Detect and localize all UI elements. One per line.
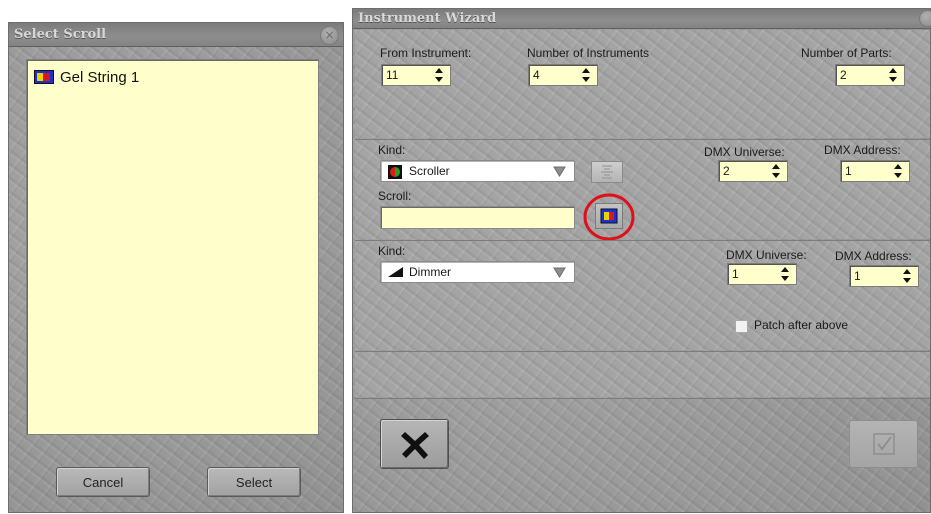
dmx-address-spinner[interactable]: 1: [849, 265, 919, 287]
number-of-parts-spinner[interactable]: 2: [835, 64, 905, 86]
number-of-instruments-label: Number of Instruments: [527, 46, 650, 60]
dmx-address-value: 1: [854, 269, 861, 283]
list-item[interactable]: Gel String 1: [34, 68, 139, 86]
chevron-down-icon[interactable]: [553, 165, 566, 177]
dmx-universe-value: 1: [732, 267, 739, 281]
dimmer-icon: [388, 267, 403, 277]
kind-select-dimmer[interactable]: Dimmer: [380, 261, 575, 283]
scroll-field[interactable]: [380, 206, 575, 229]
wizard-titlebar[interactable]: Instrument Wizard: [353, 9, 931, 29]
kind-select-scroller[interactable]: Scroller: [380, 160, 575, 182]
finish-button[interactable]: [849, 420, 918, 468]
scroll-list[interactable]: Gel String 1: [26, 59, 319, 435]
select-button[interactable]: Select: [207, 467, 301, 497]
spin-arrows-icon[interactable]: [581, 67, 591, 83]
select-scroll-dialog: Select Scroll × Gel String 1 Cancel Sele…: [8, 22, 344, 513]
cancel-button[interactable]: Cancel: [56, 467, 150, 497]
part-2-section: Kind: Dimmer DMX Universe: 1 DMX Address…: [355, 240, 930, 350]
close-icon[interactable]: ×: [320, 26, 339, 45]
spin-arrows-icon[interactable]: [893, 163, 903, 179]
close-icon[interactable]: [919, 10, 931, 27]
dmx-address-label: DMX Address:: [835, 249, 912, 263]
select-scroll-titlebar[interactable]: Select Scroll ×: [9, 23, 343, 47]
scroll-icon: [34, 70, 54, 84]
scroll-label: Scroll:: [378, 189, 412, 203]
close-icon: [401, 432, 429, 459]
dmx-universe-spinner[interactable]: 1: [727, 263, 797, 285]
dmx-address-value: 1: [845, 164, 852, 178]
number-of-parts-value: 2: [840, 68, 847, 82]
kind-label: Kind:: [378, 244, 406, 258]
dmx-universe-spinner[interactable]: 2: [718, 160, 788, 182]
patch-after-above-label[interactable]: Patch after above: [754, 318, 848, 332]
dmx-address-spinner[interactable]: 1: [840, 160, 910, 182]
spin-arrows-icon[interactable]: [902, 268, 912, 284]
wizard-title: Instrument Wizard: [358, 11, 497, 26]
spin-arrows-icon[interactable]: [780, 266, 790, 282]
spin-arrows-icon[interactable]: [434, 67, 444, 83]
from-instrument-value: 11: [386, 68, 399, 82]
number-of-parts-label: Number of Parts:: [801, 46, 892, 60]
spin-arrows-icon[interactable]: [771, 163, 781, 179]
select-scroll-title: Select Scroll: [14, 27, 107, 42]
settings-icon: [601, 165, 613, 179]
number-of-instruments-spinner[interactable]: 4: [528, 64, 598, 86]
number-of-instruments-value: 4: [533, 68, 540, 82]
part-1-section: Kind: Scroller Scroll: DMX Universe: 2 D…: [355, 139, 930, 241]
instrument-wizard-dialog: Instrument Wizard From Instrument: 11 Nu…: [352, 8, 931, 513]
chevron-down-icon[interactable]: [553, 266, 566, 278]
dmx-address-label: DMX Address:: [824, 143, 901, 157]
kind-value: Dimmer: [409, 265, 451, 279]
scroller-settings-button[interactable]: [591, 161, 623, 183]
list-item-label: Gel String 1: [60, 68, 140, 86]
patch-after-above-checkbox[interactable]: [735, 320, 748, 333]
dmx-universe-value: 2: [723, 164, 730, 178]
dmx-universe-label: DMX Universe:: [704, 145, 785, 159]
checkmark-icon: [873, 433, 895, 455]
kind-label: Kind:: [378, 143, 406, 157]
empty-section: [355, 351, 930, 397]
kind-value: Scroller: [409, 164, 450, 178]
wizard-actions: [355, 398, 930, 514]
from-instrument-label: From Instrument:: [380, 46, 472, 60]
spin-arrows-icon[interactable]: [888, 67, 898, 83]
scroller-icon: [388, 165, 402, 179]
from-instrument-spinner[interactable]: 11: [381, 64, 451, 86]
cancel-wizard-button[interactable]: [380, 419, 449, 469]
instrument-count-section: From Instrument: 11 Number of Instrument…: [355, 30, 930, 138]
dmx-universe-label: DMX Universe:: [726, 248, 807, 262]
highlight-circle: [583, 193, 635, 241]
